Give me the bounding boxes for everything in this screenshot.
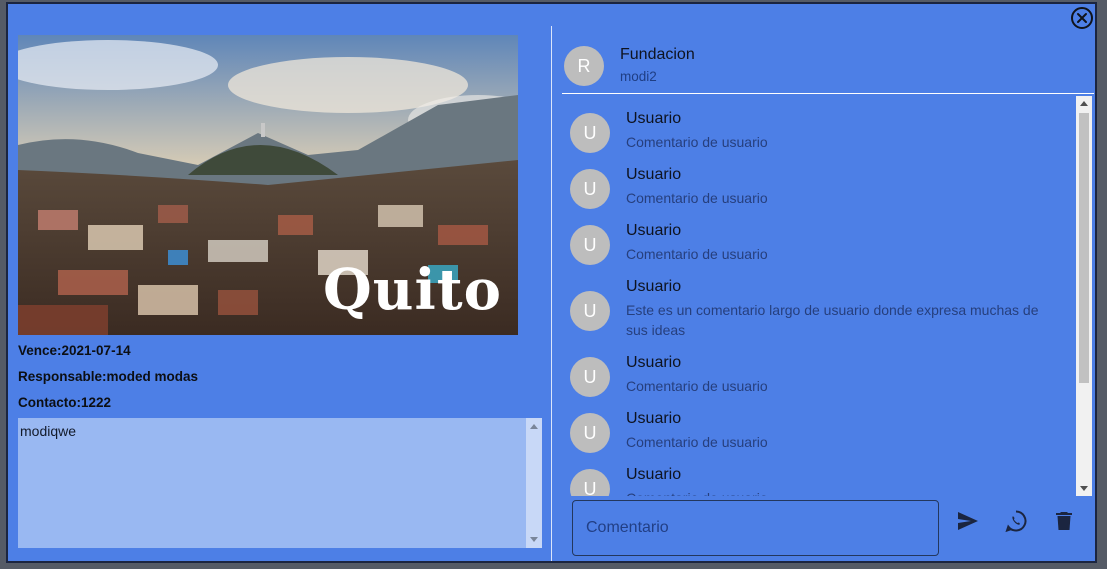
send-icon[interactable]	[953, 506, 983, 536]
avatar: U	[570, 169, 610, 209]
avatar: R	[564, 46, 604, 86]
avatar: U	[570, 225, 610, 265]
comment-text: Comentario de usuario	[626, 434, 768, 450]
image-caption: Quito	[323, 257, 502, 323]
contact-label: Contacto:1222	[18, 395, 112, 410]
trash-icon[interactable]	[1049, 506, 1079, 536]
comment-author: Usuario	[626, 166, 682, 183]
organization-name: Fundacion	[620, 46, 695, 63]
comment-author: Usuario	[626, 110, 682, 127]
avatar: U	[570, 469, 610, 496]
avatar: U	[570, 413, 610, 453]
comment-author: Usuario	[626, 278, 682, 295]
event-image: Quito	[18, 35, 518, 335]
comment-text: Comentario de usuario	[626, 246, 768, 262]
description-scrollbar[interactable]	[526, 418, 542, 548]
comment-input[interactable]	[572, 500, 939, 556]
comment-text: Comentario de usuario	[626, 488, 1056, 496]
scroll-up-icon[interactable]	[1080, 101, 1088, 106]
comments-panel: R Fundacion modi2 U Usuario Comentario d…	[560, 26, 1094, 561]
comment-scrollbar[interactable]	[1076, 96, 1092, 496]
avatar: U	[570, 357, 610, 397]
comment-list[interactable]: U Usuario Comentario de usuario U Usuari…	[562, 96, 1092, 496]
responsible-label: Responsable:moded modas	[18, 369, 199, 384]
avatar: U	[570, 113, 610, 153]
comment-author: Usuario	[626, 222, 682, 239]
comment-text: Comentario de usuario	[626, 378, 768, 394]
expiry-date: Vence:2021-07-14	[18, 343, 131, 358]
description-textarea[interactable]	[18, 418, 542, 548]
event-detail-modal: Quito Vence:2021-07-14 Responsable:moded…	[6, 2, 1097, 563]
whatsapp-icon[interactable]	[1001, 506, 1031, 536]
header-divider	[562, 93, 1094, 94]
comment-text: Comentario de usuario	[626, 134, 768, 150]
avatar: U	[570, 291, 610, 331]
scroll-thumb[interactable]	[1079, 113, 1089, 383]
comment-author: Usuario	[626, 466, 682, 483]
comment-text: Este es un comentario largo de usuario d…	[626, 302, 1039, 338]
organization-header: R Fundacion modi2	[562, 46, 1092, 96]
comment-author: Usuario	[626, 354, 682, 371]
comment-author: Usuario	[626, 410, 682, 427]
organization-subtitle: modi2	[620, 69, 657, 84]
comment-text: Comentario de usuario	[626, 190, 768, 206]
event-panel: Quito Vence:2021-07-14 Responsable:moded…	[18, 35, 542, 555]
scroll-up-icon[interactable]	[530, 424, 538, 429]
scroll-down-icon[interactable]	[530, 537, 538, 542]
scroll-down-icon[interactable]	[1080, 486, 1088, 491]
panel-divider	[551, 26, 552, 561]
